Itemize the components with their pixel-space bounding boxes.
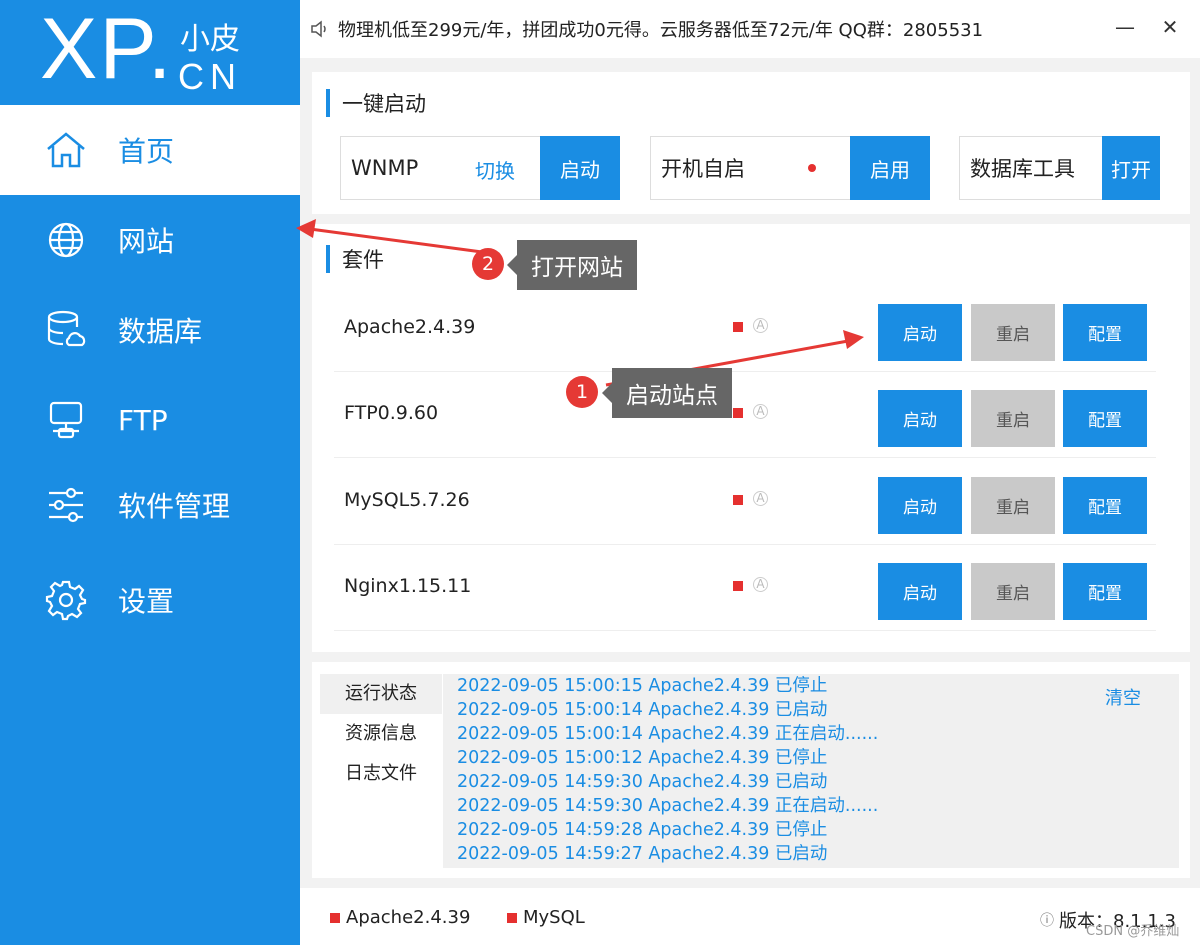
annotation-badge-2: 2: [472, 248, 504, 280]
annotation-tip-1: 启动站点: [602, 368, 732, 418]
annotation-arrow-1-head: [843, 330, 864, 349]
annotation-arrows: [296, 219, 864, 387]
annotation-tip-2: 打开网站: [507, 240, 637, 290]
annotation-arrow-2: [309, 227, 483, 254]
annotation-badge-1: 1: [566, 376, 598, 408]
annotation-arrow-2-head: [296, 219, 316, 238]
